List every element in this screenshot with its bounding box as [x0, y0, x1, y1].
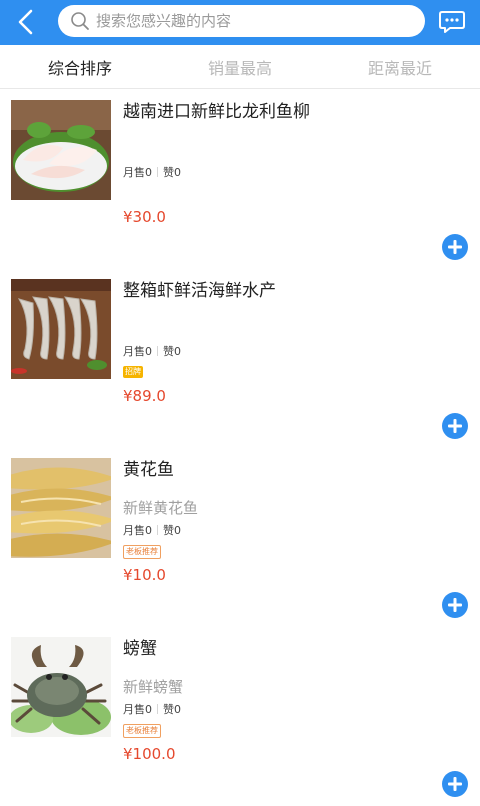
tab-top-sales[interactable]: 销量最高	[160, 45, 320, 88]
product-price: ¥89.0	[123, 387, 166, 405]
search-input[interactable]	[94, 11, 394, 31]
monthly-sales: 月售0	[123, 166, 152, 179]
list-item[interactable]: 整箱虾鲜活海鲜水产 月售0 赞0 招牌 ¥89.0	[0, 269, 480, 448]
tab-comprehensive[interactable]: 综合排序	[0, 45, 160, 88]
search-bar[interactable]	[58, 5, 425, 37]
product-description: 新鲜螃蟹	[123, 678, 184, 696]
sort-tabs: 综合排序 销量最高 距离最近	[0, 45, 480, 89]
crab-image[interactable]	[11, 637, 111, 737]
chat-bubble-icon	[439, 11, 465, 33]
product-price: ¥100.0	[123, 745, 176, 763]
like-count: 赞0	[163, 166, 181, 179]
product-stats: 月售0 赞0	[123, 522, 181, 538]
product-stats: 月售0 赞0	[123, 701, 181, 717]
monthly-sales: 月售0	[123, 524, 152, 537]
back-button[interactable]	[10, 6, 42, 38]
list-item[interactable]: 黄花鱼 新鲜黄花鱼 月售0 赞0 老板推荐 ¥10.0	[0, 448, 480, 627]
like-count: 赞0	[163, 524, 181, 537]
add-to-cart-button[interactable]	[442, 413, 468, 439]
top-bar	[0, 0, 480, 45]
chevron-left-icon	[18, 9, 33, 35]
product-title[interactable]: 越南进口新鲜比龙利鱼柳	[123, 100, 310, 124]
divider	[157, 704, 158, 714]
boss-recommend-badge: 老板推荐	[123, 724, 161, 738]
monthly-sales: 月售0	[123, 703, 152, 716]
product-list: 越南进口新鲜比龙利鱼柳 月售0 赞0 ¥30.0 整箱虾鲜活海鲜水产 月售0 赞…	[0, 90, 480, 806]
plus-circle-icon	[442, 234, 468, 260]
product-price: ¥30.0	[123, 208, 166, 226]
message-button[interactable]	[436, 6, 468, 38]
tab-nearest[interactable]: 距离最近	[320, 45, 480, 88]
monthly-sales: 月售0	[123, 345, 152, 358]
product-title[interactable]: 整箱虾鲜活海鲜水产	[123, 279, 276, 303]
like-count: 赞0	[163, 345, 181, 358]
divider	[157, 167, 158, 177]
plus-circle-icon	[442, 413, 468, 439]
like-count: 赞0	[163, 703, 181, 716]
yellow-croaker-image[interactable]	[11, 458, 111, 558]
signature-badge: 招牌	[123, 366, 143, 378]
product-title[interactable]: 黄花鱼	[123, 458, 174, 482]
product-stats: 月售0 赞0	[123, 164, 181, 180]
list-item[interactable]: 越南进口新鲜比龙利鱼柳 月售0 赞0 ¥30.0	[0, 90, 480, 269]
shrimp-image[interactable]	[11, 279, 111, 379]
add-to-cart-button[interactable]	[442, 771, 468, 797]
product-stats: 月售0 赞0	[123, 343, 181, 359]
add-to-cart-button[interactable]	[442, 234, 468, 260]
product-title[interactable]: 螃蟹	[123, 637, 157, 661]
product-description: 新鲜黄花鱼	[123, 499, 199, 517]
boss-recommend-badge: 老板推荐	[123, 545, 161, 559]
divider	[157, 346, 158, 356]
add-to-cart-button[interactable]	[442, 592, 468, 618]
product-price: ¥10.0	[123, 566, 166, 584]
search-icon	[70, 11, 90, 31]
list-item[interactable]: 螃蟹 新鲜螃蟹 月售0 赞0 老板推荐 ¥100.0	[0, 627, 480, 806]
plus-circle-icon	[442, 592, 468, 618]
divider	[157, 525, 158, 535]
plus-circle-icon	[442, 771, 468, 797]
fish-fillet-image[interactable]	[11, 100, 111, 200]
